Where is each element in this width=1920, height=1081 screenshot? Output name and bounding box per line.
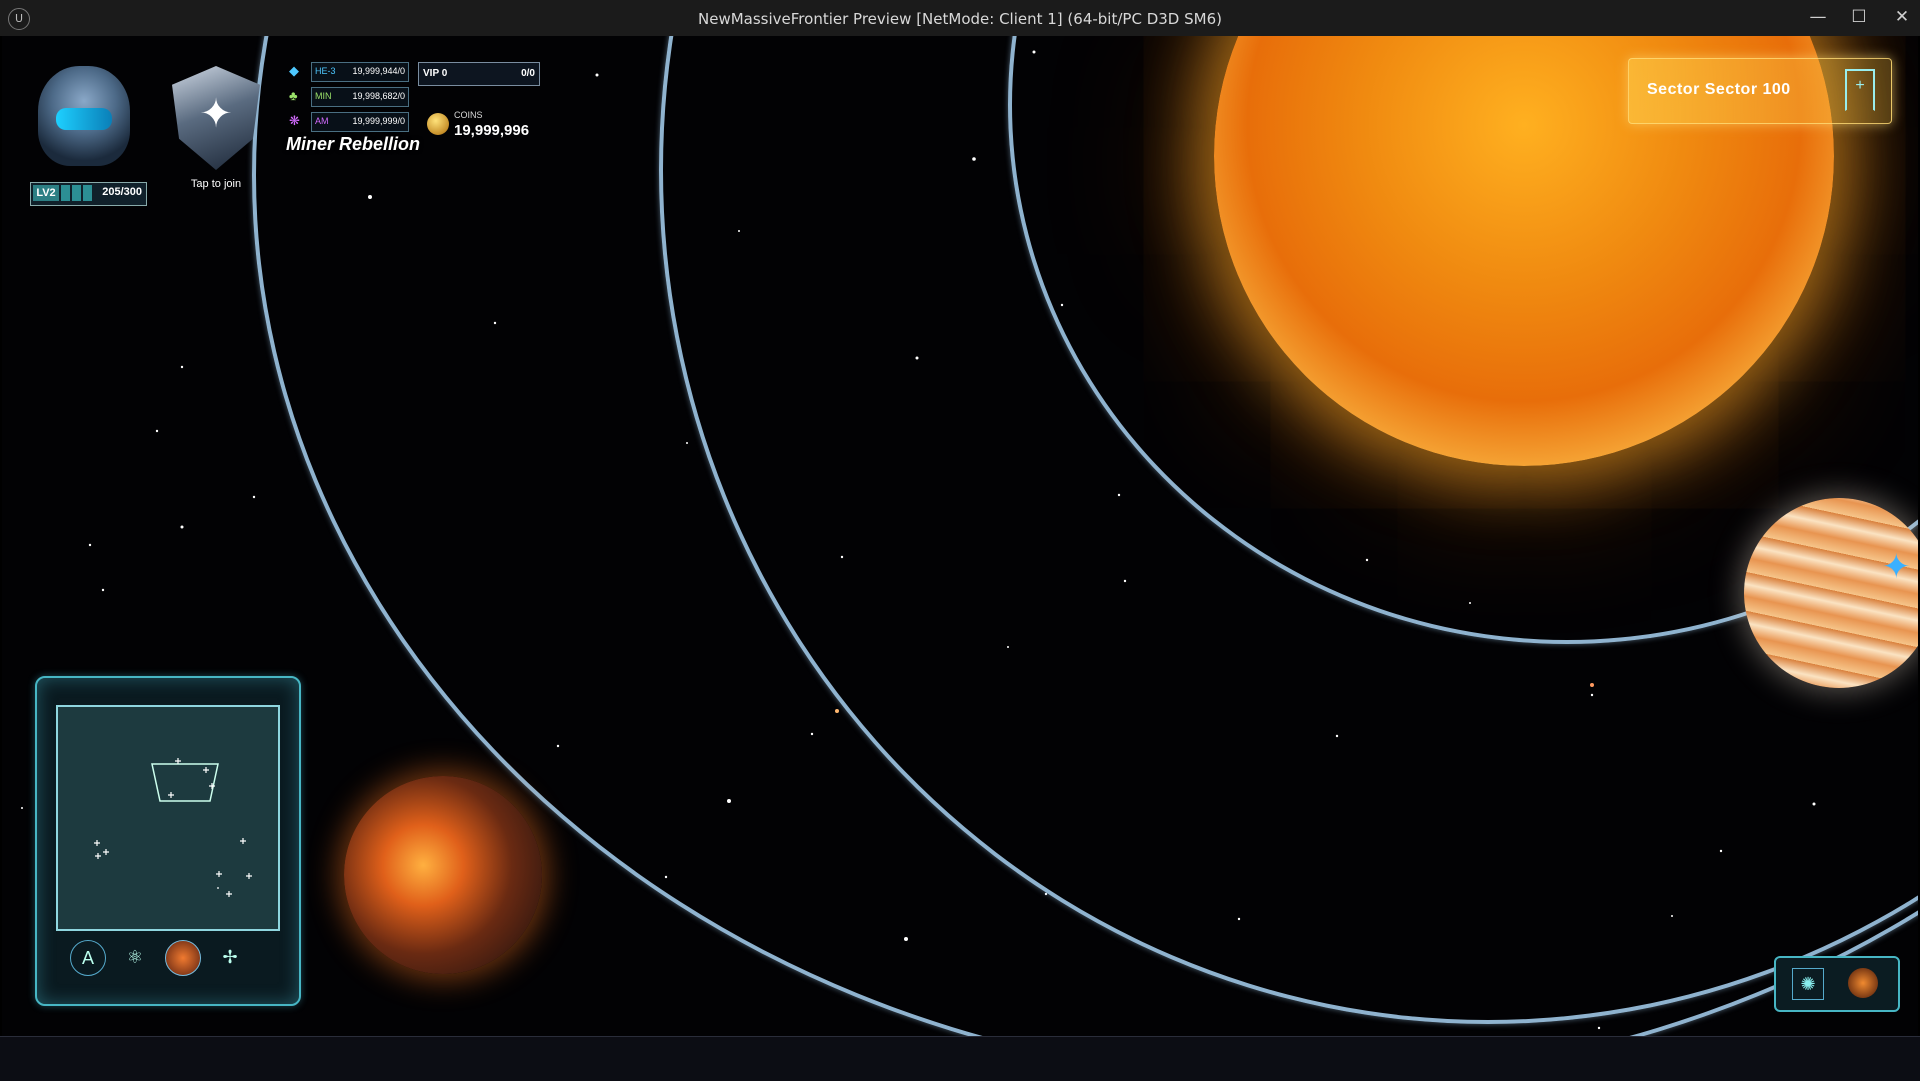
minimap-objects [94,758,252,897]
coin-icon [427,113,449,135]
maximize-button[interactable]: ☐ [1841,4,1877,30]
xp-progress-fill [61,185,94,201]
resource-box: AM 19,999,999/0 [311,112,409,132]
he3-crystal-icon: ◆ [289,63,299,78]
lava-planet[interactable] [344,776,542,974]
atom-icon[interactable]: ⚛ [118,940,152,974]
sector-label: Sector Sector 100 [1647,81,1791,98]
minimap-markers [94,758,252,897]
resource-box: MIN 19,998,682/0 [311,87,409,107]
antimatter-icon: ❋ [289,113,300,128]
vip-panel[interactable]: VIP 0 0/0 [418,62,540,86]
window-titlebar: U NewMassiveFrontier Preview [NetMode: C… [0,0,1920,36]
planet-icon[interactable] [165,940,201,976]
player-xp: 205/300 [102,186,142,198]
player-avatar[interactable] [38,66,130,166]
fleet-marker-icon[interactable]: ✦ [1882,550,1911,584]
bookmark-icon[interactable]: + [1845,69,1875,111]
star-emblem-icon: ✦ [199,92,233,136]
close-button[interactable]: ✕ [1884,4,1920,30]
resource-value: 19,998,682/0 [352,91,405,101]
minimap-panel[interactable]: A ⚛ ✢ [35,676,301,1006]
vip-label: VIP 0 [423,68,448,79]
resource-box: HE-3 19,999,944/0 [311,62,409,82]
player-level-bar: LV2 205/300 [30,182,147,206]
vip-value: 0/0 [521,68,535,79]
resource-row-he3: ◆ HE-3 19,999,944/0 [289,62,409,82]
resource-value: 19,999,944/0 [352,66,405,76]
minimize-button[interactable]: — [1800,4,1836,30]
bottom-bar [0,1036,1920,1081]
sector-panel[interactable]: Sector Sector 100 + [1628,58,1892,124]
galaxy-map-icon[interactable]: ✺ [1792,968,1824,1000]
planet-view-icon[interactable] [1848,968,1878,998]
coins-label: COINS [454,110,483,120]
fleet-icon[interactable]: ✢ [213,940,247,974]
player-level: LV2 [33,185,59,201]
mineral-icon: ♣ [289,88,298,103]
view-switch-panel: ✺ [1774,956,1900,1012]
coins-value: 19,999,996 [454,122,530,139]
resource-row-am: ❋ AM 19,999,999/0 [289,112,409,132]
resource-row-min: ♣ MIN 19,998,682/0 [289,87,409,107]
resource-name: AM [315,116,329,126]
window-title: NewMassiveFrontier Preview [NetMode: Cli… [698,10,1222,28]
guild-join-label[interactable]: Tap to join [180,178,252,190]
guild-name: Miner Rebellion [286,134,421,154]
alliance-icon[interactable]: A [70,940,106,976]
minimap-view[interactable] [56,705,280,931]
resource-value: 19,999,999/0 [352,116,405,126]
resource-name: MIN [315,91,332,101]
helmet-visor [56,108,112,130]
resource-name: HE-3 [315,66,336,76]
